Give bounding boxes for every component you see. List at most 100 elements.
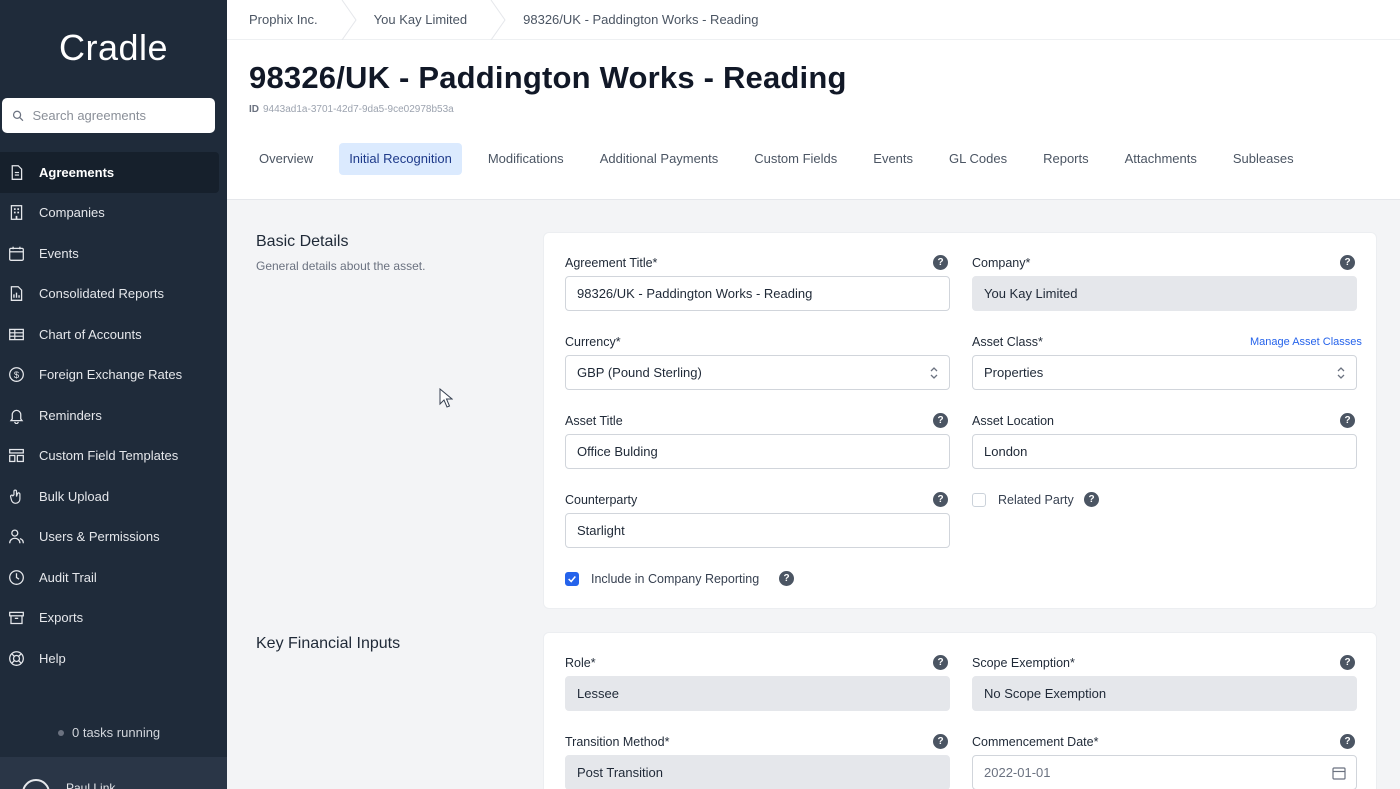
help-icon[interactable]: ? (933, 413, 948, 428)
tab-overview[interactable]: Overview (249, 143, 323, 175)
sidebar-item-chart-of-accounts[interactable]: Chart of Accounts (0, 314, 227, 355)
manage-asset-classes-link[interactable]: Manage Asset Classes (1250, 336, 1362, 348)
asset-location-input[interactable]: London (972, 434, 1357, 469)
sidebar-item-foreign-exchange-rates[interactable]: $ Foreign Exchange Rates (0, 355, 227, 396)
svg-text:$: $ (14, 370, 20, 380)
tab-custom-fields[interactable]: Custom Fields (744, 143, 847, 175)
tasks-status: 0 tasks running (58, 725, 160, 740)
dollar-icon: $ (9, 367, 24, 383)
commencement-date-input[interactable]: 2022-01-01 (972, 755, 1357, 789)
sidebar-nav: Agreements Companies Events Consolidated… (0, 152, 227, 679)
counterparty-input[interactable]: Starlight (565, 513, 950, 548)
template-icon (9, 449, 24, 463)
sidebar-item-label: Audit Trail (39, 569, 97, 585)
tab-modifications[interactable]: Modifications (478, 143, 574, 175)
scope-exemption-field: No Scope Exemption (972, 676, 1357, 711)
search-box[interactable] (2, 98, 215, 133)
id-label: ID (249, 104, 259, 115)
help-icon[interactable]: ? (933, 734, 948, 749)
agreement-title-input[interactable]: 98326/UK - Paddington Works - Reading (565, 276, 950, 311)
scope-exemption-label: Scope Exemption* (972, 656, 1075, 670)
breadcrumb-current: 98326/UK - Paddington Works - Reading (523, 12, 759, 27)
sidebar-item-label: Consolidated Reports (39, 286, 165, 302)
sidebar-item-label: Bulk Upload (39, 488, 110, 504)
brand-logo[interactable]: Cradle (0, 0, 227, 96)
help-icon[interactable]: ? (1340, 655, 1355, 670)
sidebar-item-label: Events (39, 245, 79, 261)
sidebar-item-bulk-upload[interactable]: Bulk Upload (0, 476, 227, 517)
sidebar-item-label: Custom Field Templates (39, 448, 179, 464)
user-menu[interactable]: Paul Link (0, 757, 227, 789)
tab-attachments[interactable]: Attachments (1115, 143, 1207, 175)
status-dot (58, 729, 64, 736)
help-icon[interactable]: ? (1340, 255, 1355, 270)
breadcrumb-item[interactable]: Prophix Inc. (249, 0, 374, 40)
help-icon[interactable]: ? (933, 655, 948, 670)
basic-details-card: Agreement Title* ? 98326/UK - Paddington… (543, 232, 1377, 609)
basic-details-description: General details about the asset. (256, 259, 426, 273)
chevron-right-icon (341, 0, 357, 40)
breadcrumb-link[interactable]: You Kay Limited (374, 12, 467, 27)
calendar-icon[interactable] (1332, 766, 1346, 780)
document-icon (11, 164, 23, 180)
mouse-cursor-icon (439, 388, 453, 408)
related-party-label: Related Party (998, 493, 1074, 507)
company-label: Company* (972, 256, 1031, 270)
related-party-checkbox[interactable] (972, 493, 986, 507)
sidebar-item-help[interactable]: Help (0, 638, 227, 679)
help-icon[interactable]: ? (1340, 413, 1355, 428)
company-field: You Kay Limited (972, 276, 1357, 311)
sidebar-item-exports[interactable]: Exports (0, 598, 227, 639)
sidebar-item-custom-field-templates[interactable]: Custom Field Templates (0, 436, 227, 477)
tab-events[interactable]: Events (863, 143, 923, 175)
sidebar-item-events[interactable]: Events (0, 233, 227, 274)
breadcrumb-link[interactable]: Prophix Inc. (249, 12, 318, 27)
sidebar-item-reminders[interactable]: Reminders (0, 395, 227, 436)
user-name: Paul Link (66, 781, 116, 789)
asset-class-label: Asset Class* (972, 335, 1043, 349)
help-icon[interactable]: ? (779, 571, 794, 586)
sidebar-item-label: Foreign Exchange Rates (39, 367, 183, 383)
sidebar-item-label: Exports (39, 610, 84, 626)
bell-icon (9, 409, 24, 424)
sidebar-item-label: Companies (39, 205, 105, 221)
help-icon[interactable]: ? (933, 492, 948, 507)
help-icon[interactable]: ? (933, 255, 948, 270)
sidebar-item-consolidated-reports[interactable]: Consolidated Reports (0, 274, 227, 315)
help-icon[interactable]: ? (1084, 492, 1099, 507)
tab-gl-codes[interactable]: GL Codes (939, 143, 1017, 175)
search-input[interactable] (32, 108, 205, 123)
sidebar-item-agreements[interactable]: Agreements (0, 152, 219, 193)
currency-select[interactable]: GBP (Pound Sterling) (565, 355, 950, 390)
sidebar-item-companies[interactable]: Companies (0, 193, 227, 234)
calendar-icon (9, 246, 24, 261)
page-title: 98326/UK - Paddington Works - Reading (249, 60, 847, 95)
tab-additional-payments[interactable]: Additional Payments (590, 143, 729, 175)
tasks-label: 0 tasks running (72, 725, 161, 740)
asset-title-input[interactable]: Office Bulding (565, 434, 950, 469)
page-header: Prophix Inc. You Kay Limited 98326/UK - … (227, 0, 1400, 200)
upload-icon (9, 489, 21, 504)
sidebar-item-users-permissions[interactable]: Users & Permissions (0, 517, 227, 558)
tab-subleases[interactable]: Subleases (1223, 143, 1304, 175)
main-content: Prophix Inc. You Kay Limited 98326/UK - … (227, 0, 1400, 789)
archive-icon (9, 612, 24, 625)
tab-bar: Overview Initial Recognition Modificatio… (227, 143, 1400, 175)
transition-method-label: Transition Method* (565, 735, 670, 749)
avatar[interactable] (22, 779, 50, 789)
sidebar-item-label: Chart of Accounts (39, 326, 142, 342)
asset-class-select[interactable]: Properties (972, 355, 1357, 390)
include-reporting-checkbox[interactable] (565, 572, 579, 586)
id-value: 9443ad1a-3701-42d7-9da5-9ce02978b53a (263, 104, 454, 115)
help-icon[interactable]: ? (1340, 734, 1355, 749)
currency-value: GBP (Pound Sterling) (577, 365, 702, 380)
breadcrumb-item[interactable]: You Kay Limited (374, 0, 523, 40)
record-id: ID 9443ad1a-3701-42d7-9da5-9ce02978b53a (227, 104, 1400, 115)
clock-icon (9, 569, 24, 585)
tab-initial-recognition[interactable]: Initial Recognition (339, 143, 462, 175)
asset-location-label: Asset Location (972, 414, 1054, 428)
breadcrumb-item: 98326/UK - Paddington Works - Reading (523, 0, 758, 40)
sidebar-item-audit-trail[interactable]: Audit Trail (0, 557, 227, 598)
asset-class-value: Properties (984, 365, 1044, 380)
tab-reports[interactable]: Reports (1033, 143, 1099, 175)
